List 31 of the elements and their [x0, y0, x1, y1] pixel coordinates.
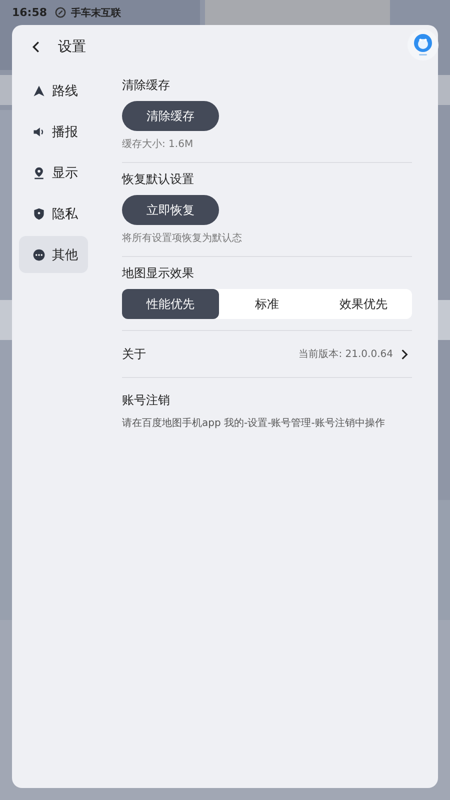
clear-cache-button[interactable]: 清除缓存: [122, 101, 219, 131]
status-text: 手车末互联: [71, 6, 122, 20]
sidebar-item[interactable]: 路线: [19, 72, 88, 109]
version-text: 当前版本: 21.0.0.64: [298, 348, 393, 361]
section-title: 账号注销: [122, 392, 170, 409]
sidebar-item[interactable]: 显示: [19, 154, 88, 191]
segment-option[interactable]: 标准: [218, 289, 316, 319]
shield-icon: [32, 206, 46, 220]
segment-option[interactable]: 效果优先: [315, 289, 412, 319]
about-label: 关于: [122, 346, 147, 362]
sidebar-item[interactable]: 其他: [19, 236, 88, 273]
status-time: 16:58: [12, 6, 48, 19]
restore-button[interactable]: 立即恢复: [122, 195, 219, 225]
page-title: 设置: [58, 38, 86, 56]
arrow-icon: [32, 84, 46, 98]
section-title: 恢复默认设置: [122, 171, 194, 188]
segment-option[interactable]: 性能优先: [122, 289, 219, 319]
speaker-icon: [32, 124, 46, 138]
account-hint: 请在百度地图手机app 我的-设置-账号管理-账号注销中操作: [122, 416, 385, 430]
sidebar-item[interactable]: 播报: [19, 113, 88, 150]
more-icon: [32, 248, 46, 262]
restore-hint: 将所有设置项恢复为默认态: [122, 232, 242, 245]
cache-size-text: 缓存大小: 1.6M: [122, 138, 194, 151]
location-pin-icon: [32, 166, 46, 180]
mascot-icon[interactable]: [407, 29, 439, 61]
sidebar-item[interactable]: 隐私: [19, 195, 88, 232]
link-icon: [55, 7, 66, 18]
section-title: 清除缓存: [122, 77, 170, 94]
back-button[interactable]: [30, 39, 42, 55]
section-title: 地图显示效果: [122, 265, 194, 282]
chevron-right-icon[interactable]: [401, 348, 408, 360]
